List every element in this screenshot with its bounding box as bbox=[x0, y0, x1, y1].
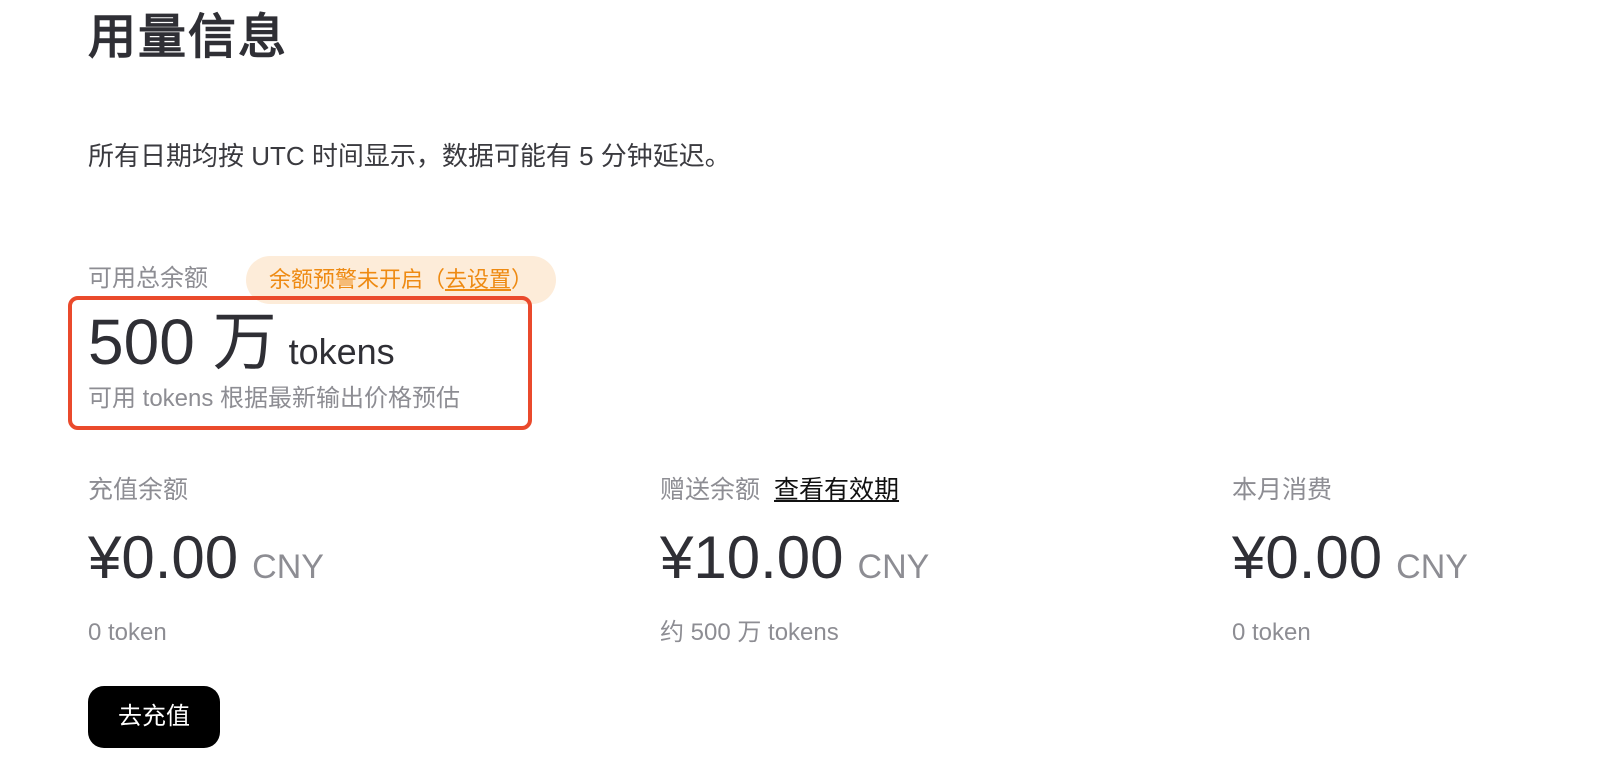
view-expiry-link[interactable]: 查看有效期 bbox=[774, 476, 899, 504]
gift-balance-currency: CNY bbox=[857, 548, 930, 586]
recharge-balance-card: 充值余额 ¥0.00 CNY 0 token bbox=[88, 472, 608, 650]
recharge-button[interactable]: 去充值 bbox=[88, 686, 220, 748]
gift-balance-tokens: 约 500 万 tokens bbox=[660, 619, 839, 646]
monthly-spend-label: 本月消费 bbox=[1232, 476, 1333, 504]
page-title: 用量信息 bbox=[88, 11, 289, 64]
monthly-spend-tokens: 0 token bbox=[1232, 619, 1311, 646]
total-balance-unit: tokens bbox=[288, 331, 395, 372]
utc-notice: 所有日期均按 UTC 时间显示，数据可能有 5 分钟延迟。 bbox=[88, 141, 731, 171]
gift-balance-card: 赠送余额 查看有效期 ¥10.00 CNY 约 500 万 tokens bbox=[660, 472, 1180, 650]
recharge-balance-currency: CNY bbox=[252, 548, 324, 586]
gift-balance-amount: ¥10.00 bbox=[660, 524, 844, 591]
recharge-balance-tokens: 0 token bbox=[88, 619, 167, 646]
gift-balance-label: 赠送余额 bbox=[660, 476, 761, 504]
total-balance-value: 500 万 bbox=[88, 306, 277, 378]
monthly-spend-currency: CNY bbox=[1396, 548, 1468, 586]
balance-alert-close-paren: ） bbox=[511, 267, 534, 292]
monthly-spend-card: 本月消费 ¥0.00 CNY 0 token bbox=[1232, 472, 1624, 650]
recharge-balance-amount: ¥0.00 bbox=[88, 524, 239, 591]
balance-alert-text: 余额预警未开启（ bbox=[268, 267, 445, 292]
recharge-balance-label: 充值余额 bbox=[88, 476, 189, 504]
usage-page: 用量信息 所有日期均按 UTC 时间显示，数据可能有 5 分钟延迟。 可用总余额… bbox=[0, 0, 1624, 780]
total-balance-note: 可用 tokens 根据最新输出价格预估 bbox=[88, 385, 461, 412]
monthly-spend-amount: ¥0.00 bbox=[1232, 524, 1383, 591]
alert-settings-link[interactable]: 去设置 bbox=[445, 267, 511, 292]
total-balance-label: 可用总余额 bbox=[88, 265, 208, 292]
